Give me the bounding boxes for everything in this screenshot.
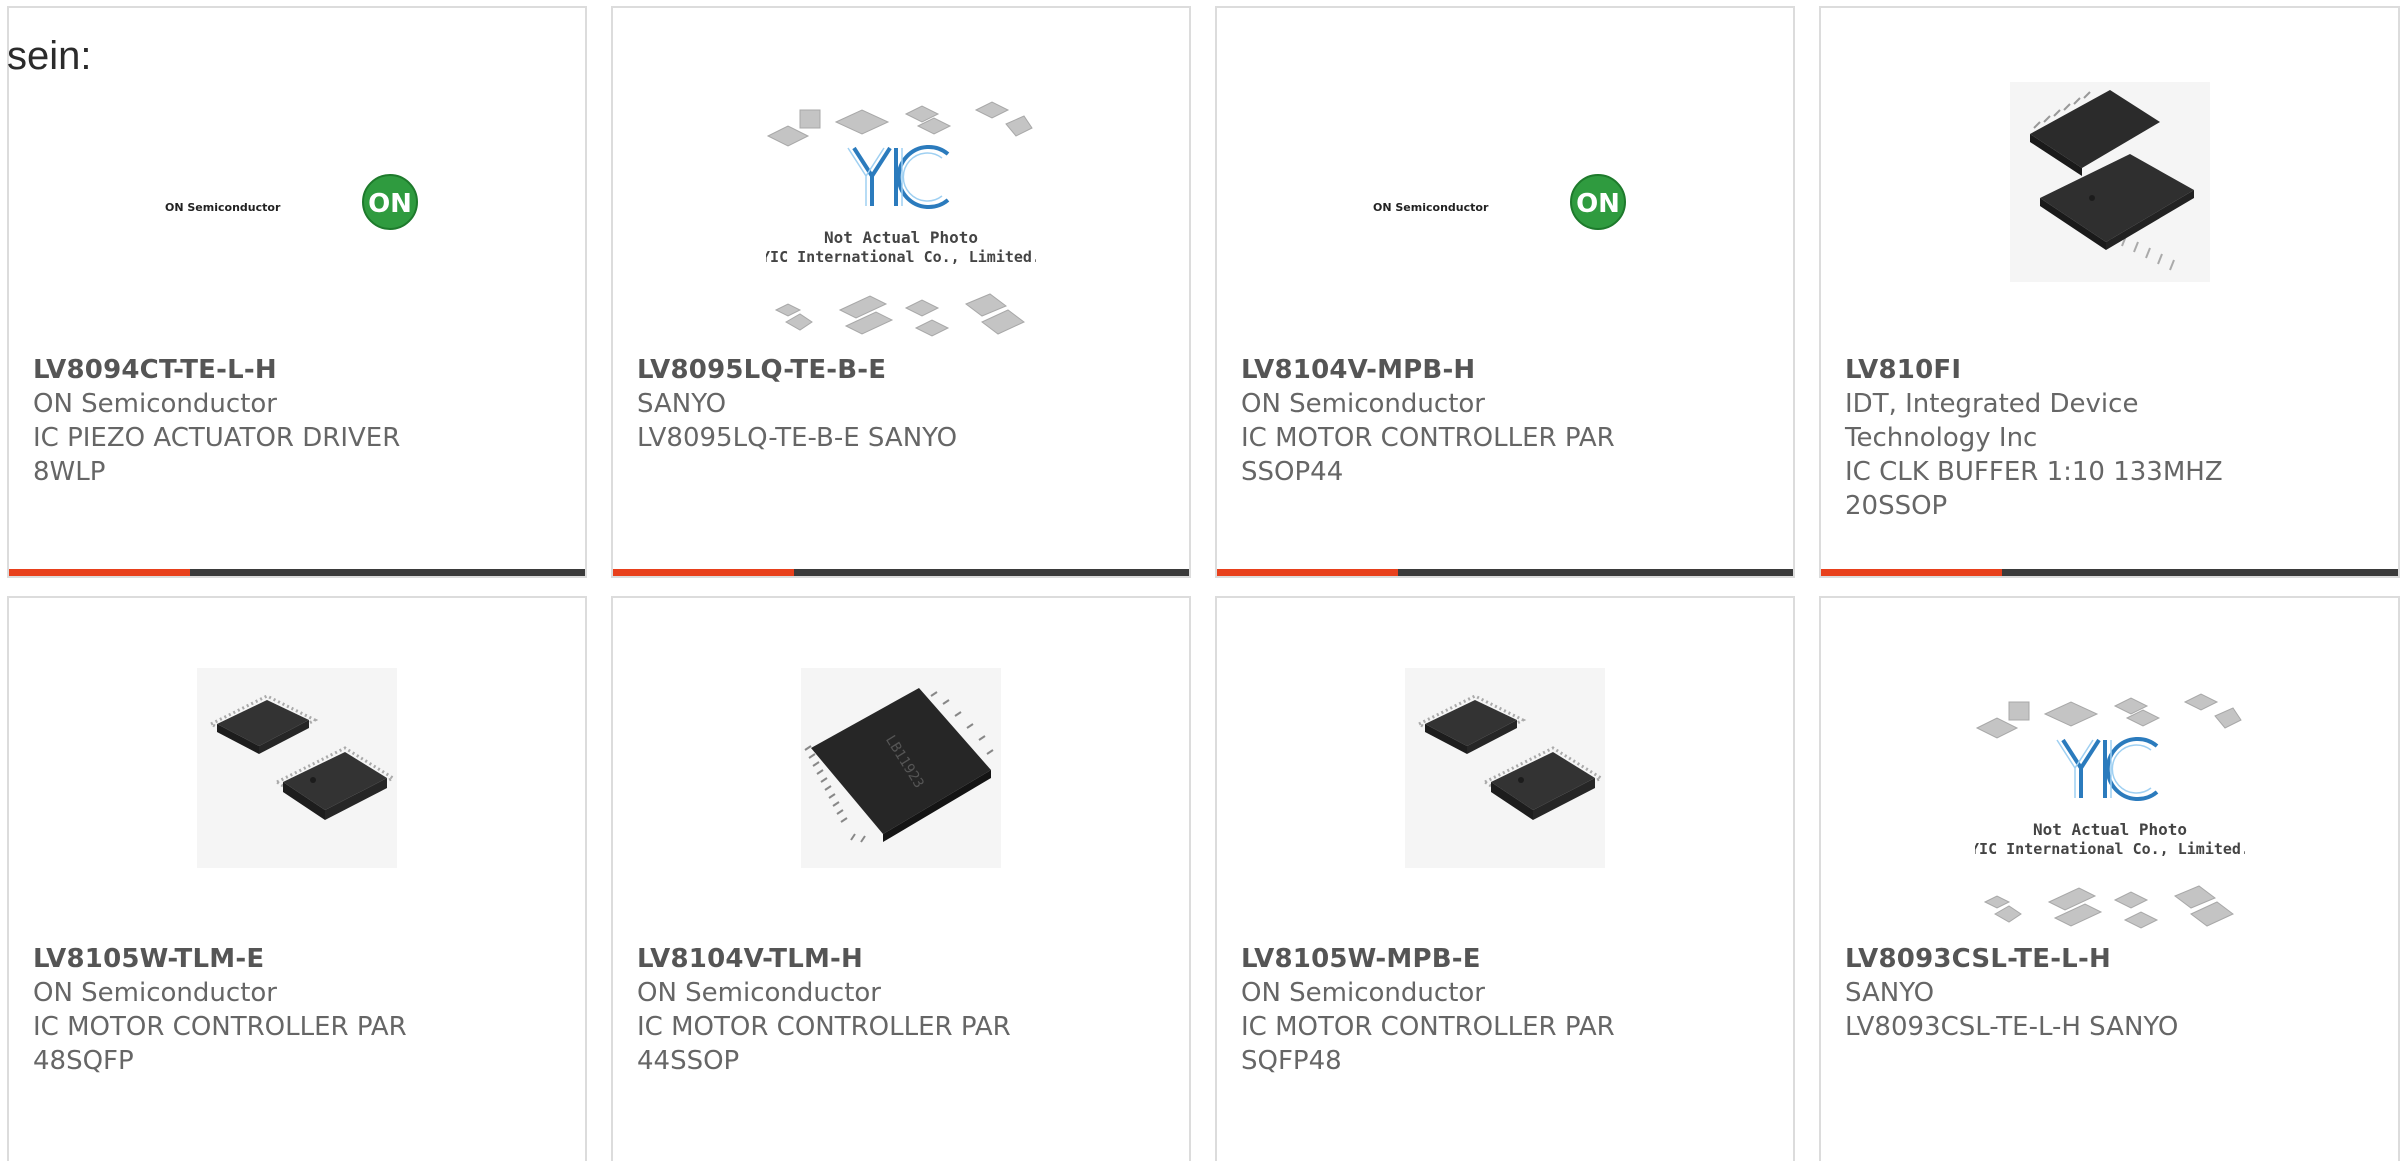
description: IC CLK BUFFER 1:10 133MHZ 20SSOP	[1845, 457, 2223, 521]
ssop-chip-icon	[2009, 82, 2210, 282]
svg-text:Not Actual Photo: Not Actual Photo	[824, 228, 978, 247]
part-number[interactable]: LV8095LQ-TE-B-E	[637, 353, 1077, 387]
product-image[interactable]: LB11923	[801, 668, 1001, 868]
part-number[interactable]: LV8105W-MPB-E	[1241, 942, 1681, 976]
part-number[interactable]: LV8105W-TLM-E	[33, 942, 473, 976]
intro-text: sein:	[7, 34, 92, 78]
product-image[interactable]	[1405, 668, 1605, 868]
card-accent-bar	[1821, 569, 2398, 576]
description: LV8095LQ-TE-B-E SANYO	[637, 423, 958, 453]
description: IC MOTOR CONTROLLER PAR SQFP48	[1241, 1012, 1615, 1076]
manufacturer: ON Semiconductor	[33, 389, 277, 419]
product-card[interactable]: Not Actual Photo YIC International Co., …	[1819, 596, 2400, 1161]
qfp-chip-icon	[1405, 668, 1605, 868]
svg-text:Not Actual Photo: Not Actual Photo	[2032, 820, 2186, 839]
description: IC MOTOR CONTROLLER PAR SSOP44	[1241, 423, 1615, 487]
product-card[interactable]: LV810FI IDT, Integrated Device Technolog…	[1819, 6, 2400, 578]
product-card[interactable]: LV8105W-MPB-E ON Semiconductor IC MOTOR …	[1215, 596, 1795, 1161]
description: LV8093CSL-TE-L-H SANYO	[1845, 1012, 2179, 1042]
product-image[interactable]: ON Semiconductor ON	[165, 70, 429, 334]
manufacturer: ON Semiconductor	[1241, 389, 1485, 419]
part-number[interactable]: LV810FI	[1845, 353, 2285, 387]
product-card[interactable]: LV8105W-TLM-E ON Semiconductor IC MOTOR …	[7, 596, 587, 1161]
product-card[interactable]: LB11923 LV8104V-TLM-H ON Semiconductor I…	[611, 596, 1191, 1161]
on-semiconductor-logo: ON Semiconductor ON	[165, 174, 418, 230]
product-image[interactable]: Not Actual Photo YIC International Co., …	[1975, 688, 2245, 938]
on-semiconductor-logo: ON Semiconductor ON	[1373, 174, 1626, 230]
product-image[interactable]: ON Semiconductor ON	[1373, 70, 1637, 334]
manufacturer: ON Semiconductor	[637, 978, 881, 1008]
svg-text:ON Semiconductor: ON Semiconductor	[165, 201, 281, 214]
description: IC MOTOR CONTROLLER PAR 48SQFP	[33, 1012, 407, 1076]
manufacturer: IDT, Integrated Device Technology Inc	[1845, 389, 2139, 453]
product-image[interactable]	[197, 668, 397, 868]
manufacturer: SANYO	[637, 389, 727, 419]
manufacturer: ON Semiconductor	[33, 978, 277, 1008]
card-accent-bar	[1217, 569, 1793, 576]
qfp-chip-icon	[197, 668, 397, 868]
part-number[interactable]: LV8104V-MPB-H	[1241, 353, 1681, 387]
svg-text:ON: ON	[1576, 189, 1620, 219]
product-card[interactable]: Not Actual Photo YIC International Co., …	[611, 6, 1191, 578]
svg-text:ON: ON	[368, 189, 412, 219]
svg-text:YIC International Co., Limited: YIC International Co., Limited.	[1975, 840, 2245, 858]
part-number[interactable]: LV8093CSL-TE-L-H	[1845, 942, 2285, 976]
description: IC PIEZO ACTUATOR DRIVER 8WLP	[33, 423, 401, 487]
card-accent-bar	[9, 569, 585, 576]
description: IC MOTOR CONTROLLER PAR 44SSOP	[637, 1012, 1011, 1076]
yic-placeholder-image: Not Actual Photo YIC International Co., …	[1975, 693, 2245, 929]
svg-text:YIC International Co., Limited: YIC International Co., Limited.	[766, 248, 1036, 266]
product-image[interactable]: Not Actual Photo YIC International Co., …	[766, 96, 1036, 346]
yic-placeholder-image: Not Actual Photo YIC International Co., …	[766, 101, 1036, 337]
product-image[interactable]	[2009, 82, 2210, 282]
product-card[interactable]: ON Semiconductor ON LV8104V-MPB-H ON Sem…	[1215, 6, 1795, 578]
part-number[interactable]: LV8104V-TLM-H	[637, 942, 1077, 976]
svg-text:ON Semiconductor: ON Semiconductor	[1373, 201, 1489, 214]
manufacturer: ON Semiconductor	[1241, 978, 1485, 1008]
product-card[interactable]: ON Semiconductor ON LV8094CT-TE-L-H ON S…	[7, 6, 587, 578]
card-accent-bar	[613, 569, 1189, 576]
ssop-chip-icon: LB11923	[801, 668, 1001, 868]
part-number[interactable]: LV8094CT-TE-L-H	[33, 353, 473, 387]
manufacturer: SANYO	[1845, 978, 1935, 1008]
